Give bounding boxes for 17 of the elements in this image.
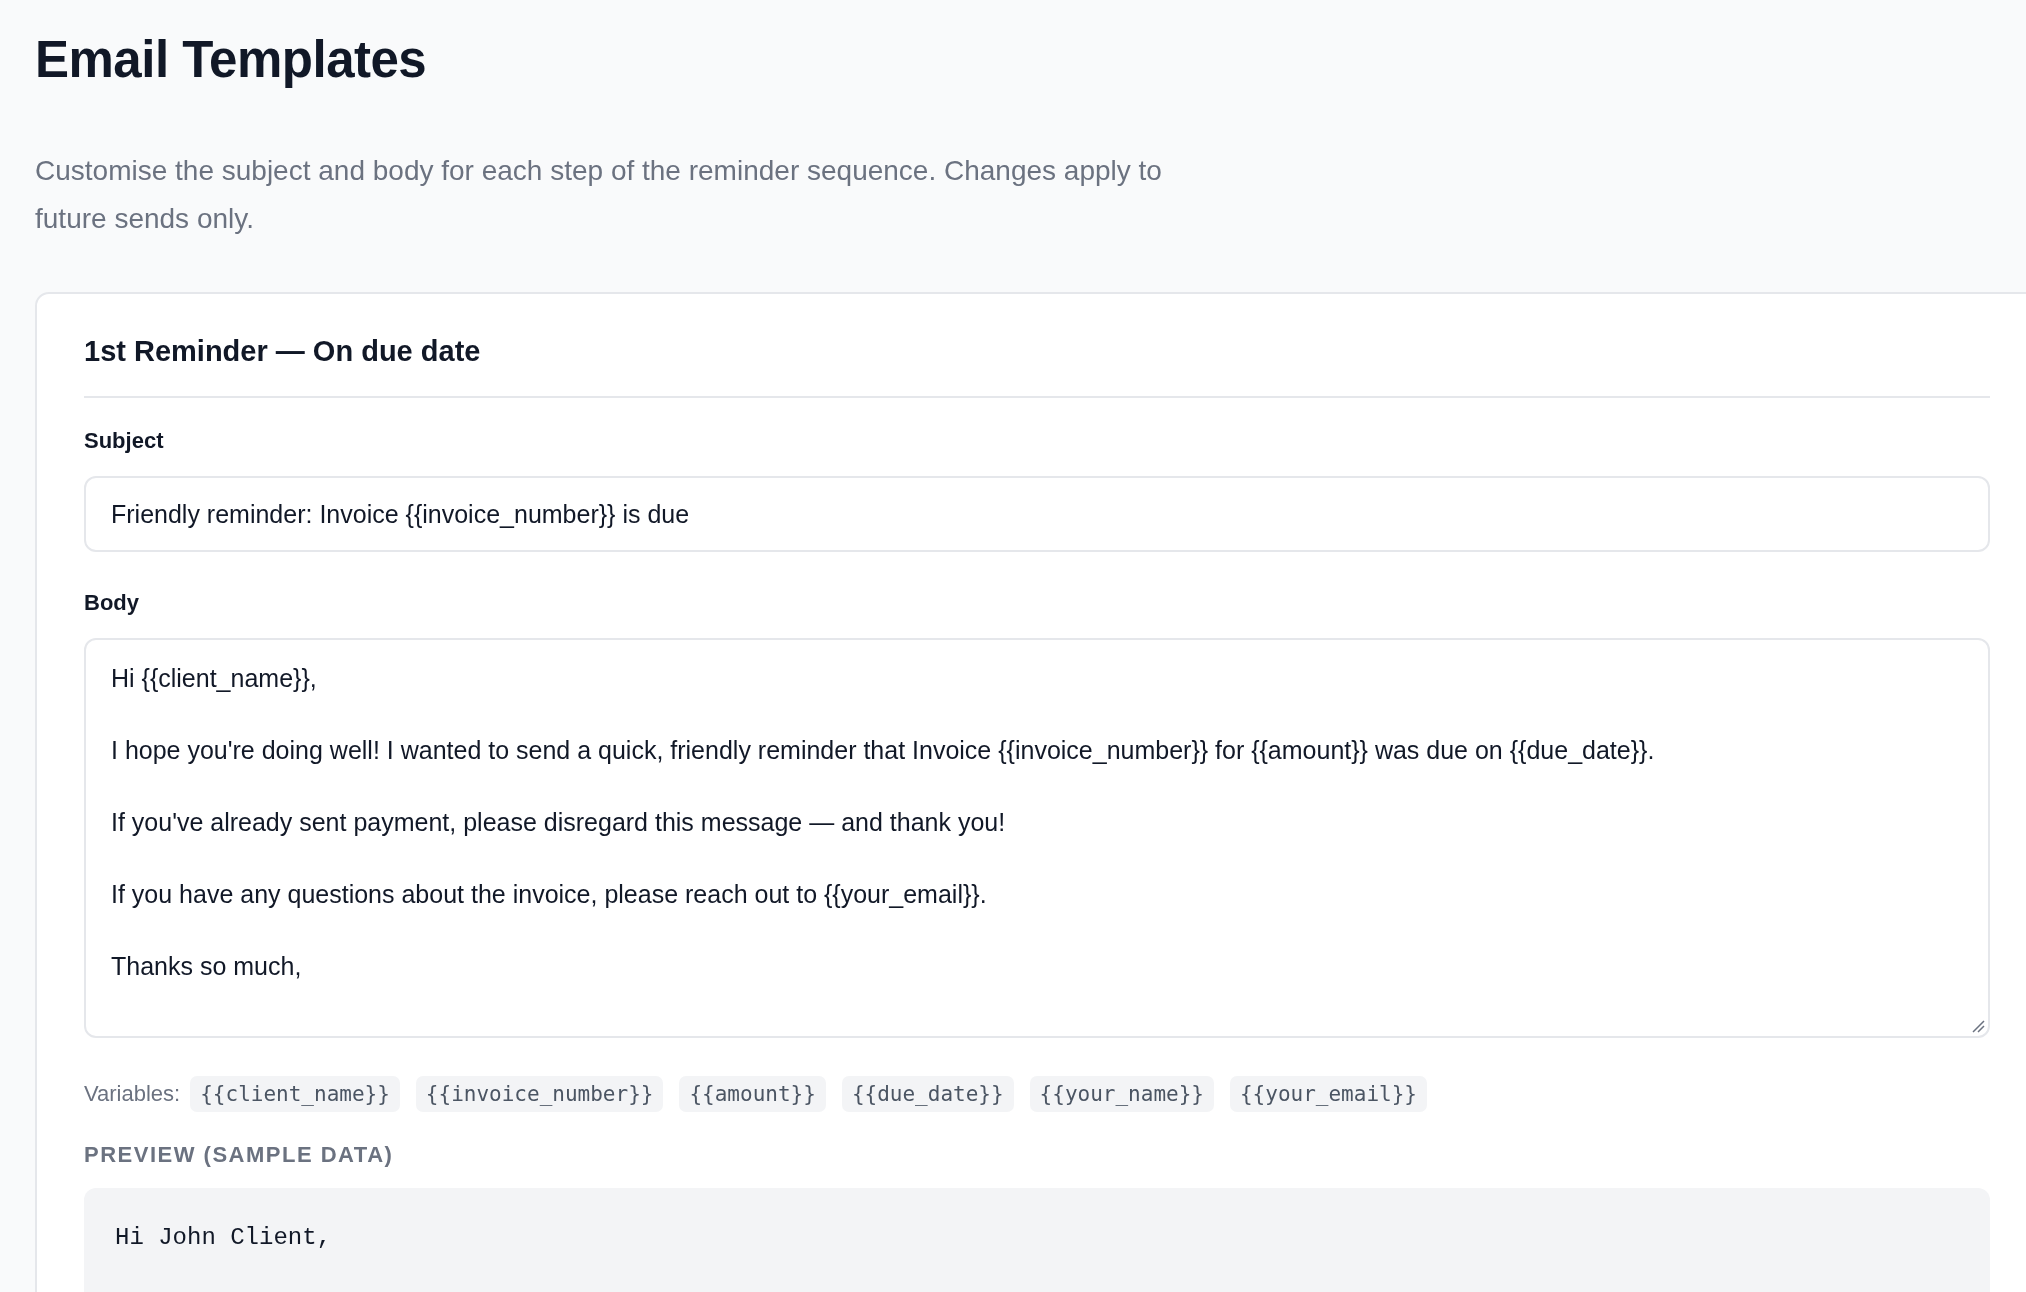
resize-grip-icon[interactable] xyxy=(1971,1019,1985,1033)
body-field[interactable]: Hi {{client_name}}, I hope you're doing well! I wanted to send a quick, friendly reminder that Invoice {{invoice_number}} for {{amount}} was due on {{due_date}}. If you've already sent payment, please disregard this message — and thank you! If you have any questions about the invoice, please reach out to {{your_email}}. Thanks so much, xyxy=(84,638,1990,1038)
variable-chip[interactable]: {{invoice_number}} xyxy=(415,1076,664,1112)
subject-field[interactable]: Friendly reminder: Invoice {{invoice_number}} is due xyxy=(84,476,1990,552)
variable-chip[interactable]: {{amount}} xyxy=(679,1076,826,1112)
preview-label: PREVIEW (SAMPLE DATA) xyxy=(84,1141,394,1169)
variables-label: Variables: xyxy=(84,1081,181,1107)
variable-chip[interactable]: {{due_date}} xyxy=(841,1076,1014,1112)
template-heading: 1st Reminder — On due date xyxy=(84,334,481,369)
variable-chip[interactable]: {{your_email}} xyxy=(1229,1076,1427,1112)
body-label: Body xyxy=(84,589,139,617)
preview-text: Hi John Client, xyxy=(115,1224,332,1251)
variable-chip[interactable]: {{client_name}} xyxy=(190,1076,400,1112)
page-description: Customise the subject and body for each step of the reminder sequence. Changes apply to future sends only. xyxy=(35,154,1163,236)
subject-label: Subject xyxy=(84,427,164,455)
variable-chip[interactable]: {{your_name}} xyxy=(1029,1076,1214,1112)
page-title: Email Templates xyxy=(35,30,427,90)
